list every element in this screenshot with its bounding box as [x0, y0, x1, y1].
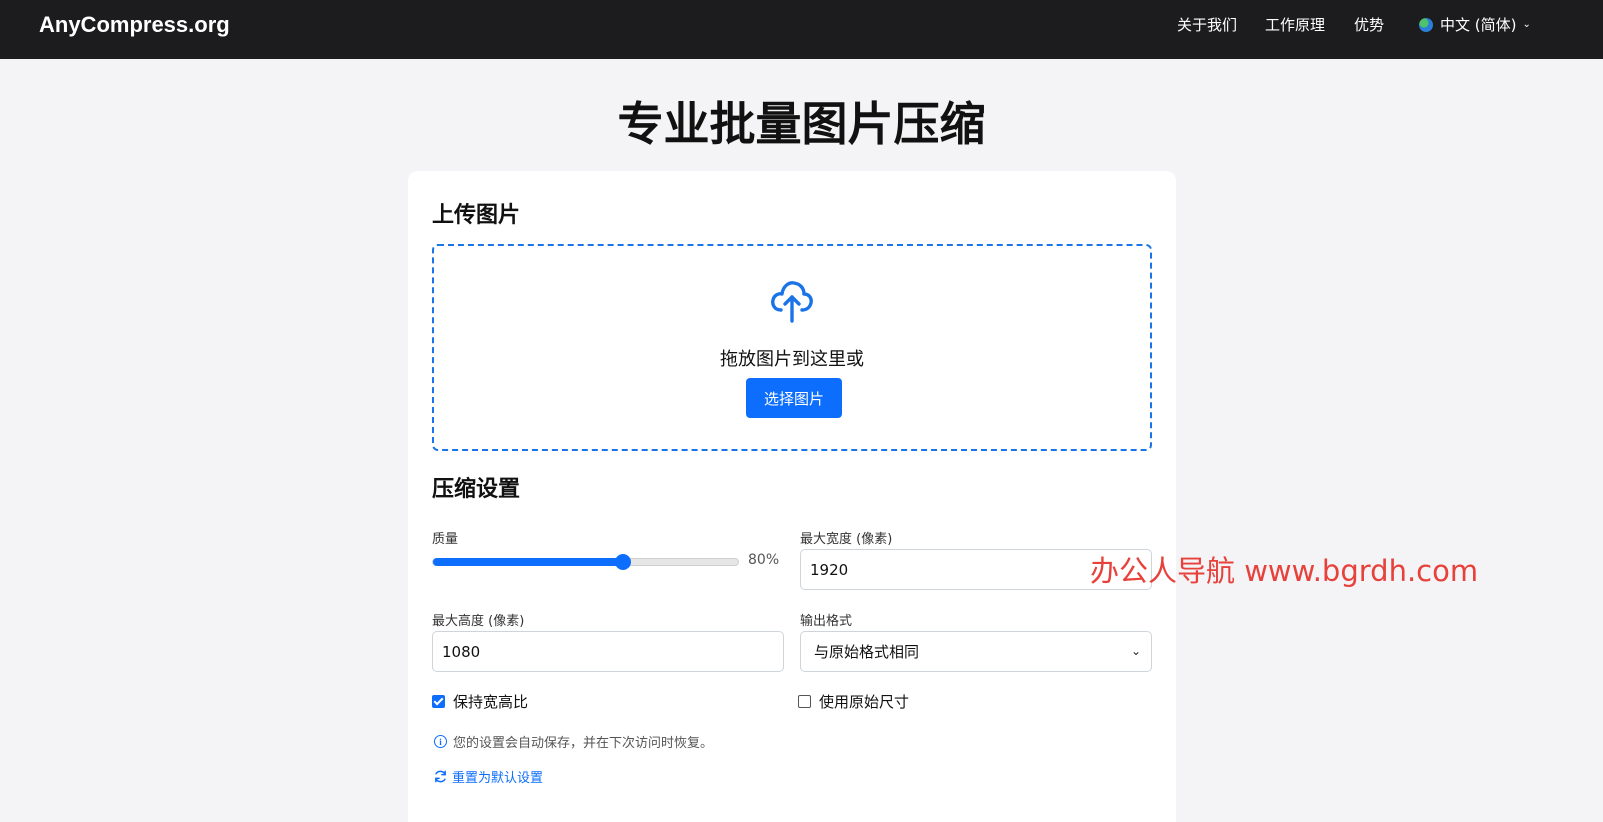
main-card: 上传图片 拖放图片到这里或 选择图片 压缩设置 质量 80% 最大宽度 (像素)…	[408, 171, 1176, 822]
chevron-down-icon: ⌄	[1522, 19, 1531, 30]
reset-settings-link[interactable]: 重置为默认设置	[434, 767, 543, 786]
page-title: 专业批量图片压缩	[617, 97, 986, 151]
chevron-down-icon: ⌄	[1130, 644, 1141, 658]
watermark-text: 办公人导航 www.bgrdh.com	[1090, 554, 1479, 588]
refresh-icon	[435, 770, 446, 783]
keep-ratio-label: 保持宽高比	[453, 693, 529, 711]
original-size-checkbox[interactable]	[798, 695, 811, 708]
output-format-value: 与原始格式相同	[814, 643, 920, 661]
language-label: 中文 (简体)	[1440, 16, 1517, 34]
language-selector[interactable]: 中文 (简体) ⌄	[1419, 14, 1531, 35]
autosave-note: i 您的设置会自动保存，并在下次访问时恢复。	[434, 732, 713, 751]
quality-label: 质量	[432, 532, 459, 547]
output-format-label: 输出格式	[800, 614, 853, 629]
site-brand[interactable]: AnyCompress.org	[39, 12, 230, 38]
top-navbar: AnyCompress.org 关于我们 工作原理 优势 中文 (简体) ⌄	[0, 0, 1603, 59]
keep-ratio-checkbox[interactable]	[432, 695, 445, 708]
select-images-button[interactable]: 选择图片	[746, 378, 842, 418]
max-height-label: 最大高度 (像素)	[432, 614, 525, 629]
autosave-note-text: 您的设置会自动保存，并在下次访问时恢复。	[453, 736, 714, 751]
quality-slider-fill	[433, 558, 624, 566]
nav-link-how-it-works[interactable]: 工作原理	[1265, 14, 1325, 35]
output-format-select[interactable]: 与原始格式相同 ⌄	[800, 631, 1152, 672]
quality-value: 80%	[748, 552, 780, 568]
original-size-label: 使用原始尺寸	[819, 693, 910, 711]
quality-slider[interactable]	[432, 554, 739, 570]
reset-link-text: 重置为默认设置	[452, 771, 544, 786]
upload-section-title: 上传图片	[432, 203, 521, 228]
info-icon: i	[434, 735, 447, 748]
max-height-input[interactable]: 1080	[432, 631, 784, 672]
settings-section-title: 压缩设置	[432, 477, 521, 502]
globe-icon	[1419, 17, 1433, 32]
dropzone-instruction: 拖放图片到这里或	[720, 349, 864, 370]
cloud-upload-icon	[771, 281, 813, 323]
nav-link-about[interactable]: 关于我们	[1177, 14, 1237, 35]
quality-slider-thumb[interactable]	[615, 554, 632, 570]
max-width-label: 最大宽度 (像素)	[800, 532, 893, 547]
upload-dropzone[interactable]: 拖放图片到这里或 选择图片	[432, 244, 1152, 451]
nav-link-advantages[interactable]: 优势	[1354, 14, 1384, 35]
